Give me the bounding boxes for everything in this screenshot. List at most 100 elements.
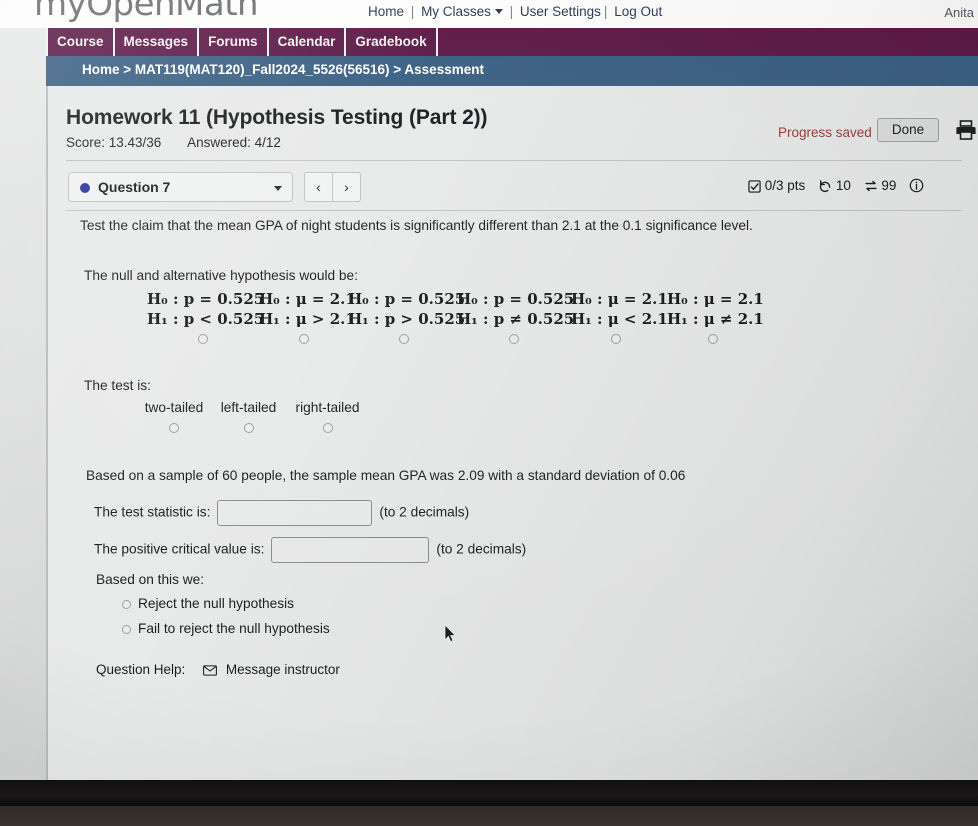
top-navigation: Home | My Classes | User Settings | Log O… (368, 4, 662, 19)
tab-messages[interactable]: Messages (115, 28, 200, 56)
test-radio-right-tailed[interactable] (322, 423, 333, 433)
hypothesis-radio-5[interactable] (611, 333, 621, 344)
hypothesis-prompt: The null and alternative hypothesis woul… (84, 268, 358, 283)
score-value: Score: 13.43/36 (66, 135, 162, 150)
site-logo: myOpenMath (34, 0, 259, 24)
hypothesis-radio-4[interactable] (508, 333, 519, 344)
hypothesis-null-4: H₀ : p = 0.525 (457, 290, 575, 308)
points-value: 0/3 pts (764, 178, 806, 193)
decision-radio-reject[interactable] (122, 600, 131, 609)
hypothesis-null-2: H₀ : μ = 2.1 (259, 290, 356, 308)
nav-sep-1: | (410, 4, 415, 19)
hypothesis-option-5[interactable]: H₀ : μ = 2.1 H₁ : μ < 2.1 (571, 290, 668, 344)
question-help-label: Question Help: (96, 662, 186, 677)
info-icon[interactable] (909, 178, 924, 196)
question-status-dot (80, 183, 90, 193)
test-option-right-tailed[interactable]: right-tailed (288, 399, 367, 433)
sample-description: Based on a sample of 60 people, the samp… (86, 468, 686, 483)
critical-value-input[interactable] (271, 537, 430, 563)
decision-prompt: Based on this we: (96, 572, 205, 587)
hypothesis-null-6: H₀ : μ = 2.1 (667, 290, 764, 308)
hypothesis-option-1[interactable]: H₀ : p = 0.525 H₁ : p < 0.525 (147, 290, 265, 344)
envelope-icon[interactable] (203, 664, 217, 679)
undo-icon (818, 179, 832, 196)
nav-log-out[interactable]: Log Out (614, 4, 662, 19)
next-question-button[interactable]: › (332, 172, 361, 202)
header-divider (66, 160, 962, 161)
test-option-label: left-tailed (220, 400, 277, 415)
monitor-bezel (0, 780, 978, 806)
test-radio-left-tailed[interactable] (243, 423, 254, 433)
hypothesis-alt-6: H₁ : μ ≠ 2.1 (667, 309, 764, 328)
done-button[interactable]: Done (877, 118, 939, 142)
question-help-row: Question Help: Message instructor (96, 662, 340, 679)
question-stem: Test the claim that the mean GPA of nigh… (80, 218, 753, 233)
desk-surface (0, 806, 978, 826)
hypothesis-alt-5: H₁ : μ < 2.1 (571, 309, 668, 328)
tab-forums[interactable]: Forums (199, 28, 269, 56)
tab-course[interactable]: Course (46, 28, 115, 56)
question-divider (66, 210, 962, 211)
test-option-left-tailed[interactable]: left-tailed (212, 399, 285, 433)
site-header: myOpenMath Home | My Classes | User Sett… (0, 0, 978, 28)
hypothesis-option-3[interactable]: H₀ : p = 0.525 H₁ : p > 0.525 (348, 290, 466, 344)
nav-home[interactable]: Home (368, 4, 404, 19)
critical-value-hint: (to 2 decimals) (436, 541, 527, 557)
hypothesis-option-6[interactable]: H₀ : μ = 2.1 H₁ : μ ≠ 2.1 (667, 290, 764, 344)
tab-gradebook[interactable]: Gradebook (346, 28, 438, 56)
test-statistic-input[interactable] (217, 500, 373, 526)
chevron-down-icon[interactable] (494, 9, 503, 14)
test-statistic-hint: (to 2 decimals) (379, 504, 470, 520)
points-group: 0/3 pts (748, 178, 805, 196)
breadcrumb[interactable]: Home > MAT119(MAT120)_Fall2024_5526(5651… (82, 62, 484, 77)
versions-value: 99 (881, 178, 897, 193)
nav-my-classes[interactable]: My Classes (421, 4, 491, 19)
nav-user-settings[interactable]: User Settings (520, 4, 601, 19)
hypothesis-radio-1[interactable] (198, 333, 208, 344)
assessment-panel: Homework 11 (Hypothesis Testing (Part 2)… (46, 86, 978, 826)
monitor-photo: myOpenMath Home | My Classes | User Sett… (0, 0, 978, 826)
test-option-two-tailed[interactable]: two-tailed (126, 399, 222, 433)
hypothesis-radio-3[interactable] (399, 333, 409, 344)
hypothesis-option-2[interactable]: H₀ : μ = 2.1 H₁ : μ > 2.1 (259, 290, 356, 344)
question-selector-label: Question 7 (98, 179, 171, 195)
hypothesis-null-3: H₀ : p = 0.525 (348, 290, 466, 308)
hypothesis-radio-6[interactable] (708, 333, 718, 344)
test-radio-two-tailed[interactable] (169, 423, 179, 433)
decision-radio-fail-to-reject[interactable] (122, 625, 131, 634)
hypothesis-option-4[interactable]: H₀ : p = 0.525 H₁ : p ≠ 0.525 (457, 290, 575, 344)
decision-option-fail-to-reject[interactable]: Fail to reject the null hypothesis (122, 621, 330, 636)
versions-group: 99 (864, 178, 897, 196)
nav-sep-3: | (603, 4, 608, 19)
test-option-label: two-tailed (144, 400, 204, 415)
mouse-cursor (444, 624, 458, 649)
message-instructor-link[interactable]: Message instructor (226, 662, 340, 677)
chevron-down-icon (274, 186, 282, 191)
info-group[interactable] (909, 178, 924, 196)
nav-sep-2: | (509, 4, 514, 19)
hypothesis-radio-2[interactable] (299, 333, 309, 344)
question-meta: 0/3 pts 10 99 (748, 178, 924, 196)
attempts-group: 10 (818, 178, 851, 196)
prev-question-button[interactable]: ‹ (304, 172, 333, 202)
course-tab-strip: Course Messages Forums Calendar Gradeboo… (46, 28, 978, 56)
hypothesis-alt-3: H₁ : p > 0.525 (348, 309, 466, 328)
decision-option-label: Reject the null hypothesis (138, 596, 294, 611)
hypothesis-alt-4: H₁ : p ≠ 0.525 (457, 309, 575, 328)
test-option-label: right-tailed (295, 400, 360, 415)
hypothesis-alt-1: H₁ : p < 0.525 (147, 309, 265, 328)
browser-page: myOpenMath Home | My Classes | User Sett… (0, 0, 978, 826)
decision-option-reject[interactable]: Reject the null hypothesis (122, 596, 294, 611)
tab-calendar[interactable]: Calendar (269, 28, 347, 56)
printer-icon[interactable] (954, 118, 978, 142)
hypothesis-null-1: H₀ : p = 0.525 (147, 290, 265, 308)
breadcrumb-bar: Home > MAT119(MAT120)_Fall2024_5526(5651… (46, 56, 978, 86)
question-selector[interactable]: Question 7 (68, 172, 293, 202)
test-type-prompt: The test is: (84, 378, 151, 393)
score-summary: Score: 13.43/36 Answered: 4/12 (66, 135, 281, 150)
hypothesis-alt-2: H₁ : μ > 2.1 (259, 309, 356, 328)
page-title: Homework 11 (Hypothesis Testing (Part 2)… (66, 106, 488, 129)
test-statistic-row: The test statistic is: (to 2 decimals) (94, 500, 469, 526)
critical-value-label: The positive critical value is: (94, 541, 265, 557)
hypothesis-null-5: H₀ : μ = 2.1 (571, 290, 668, 308)
